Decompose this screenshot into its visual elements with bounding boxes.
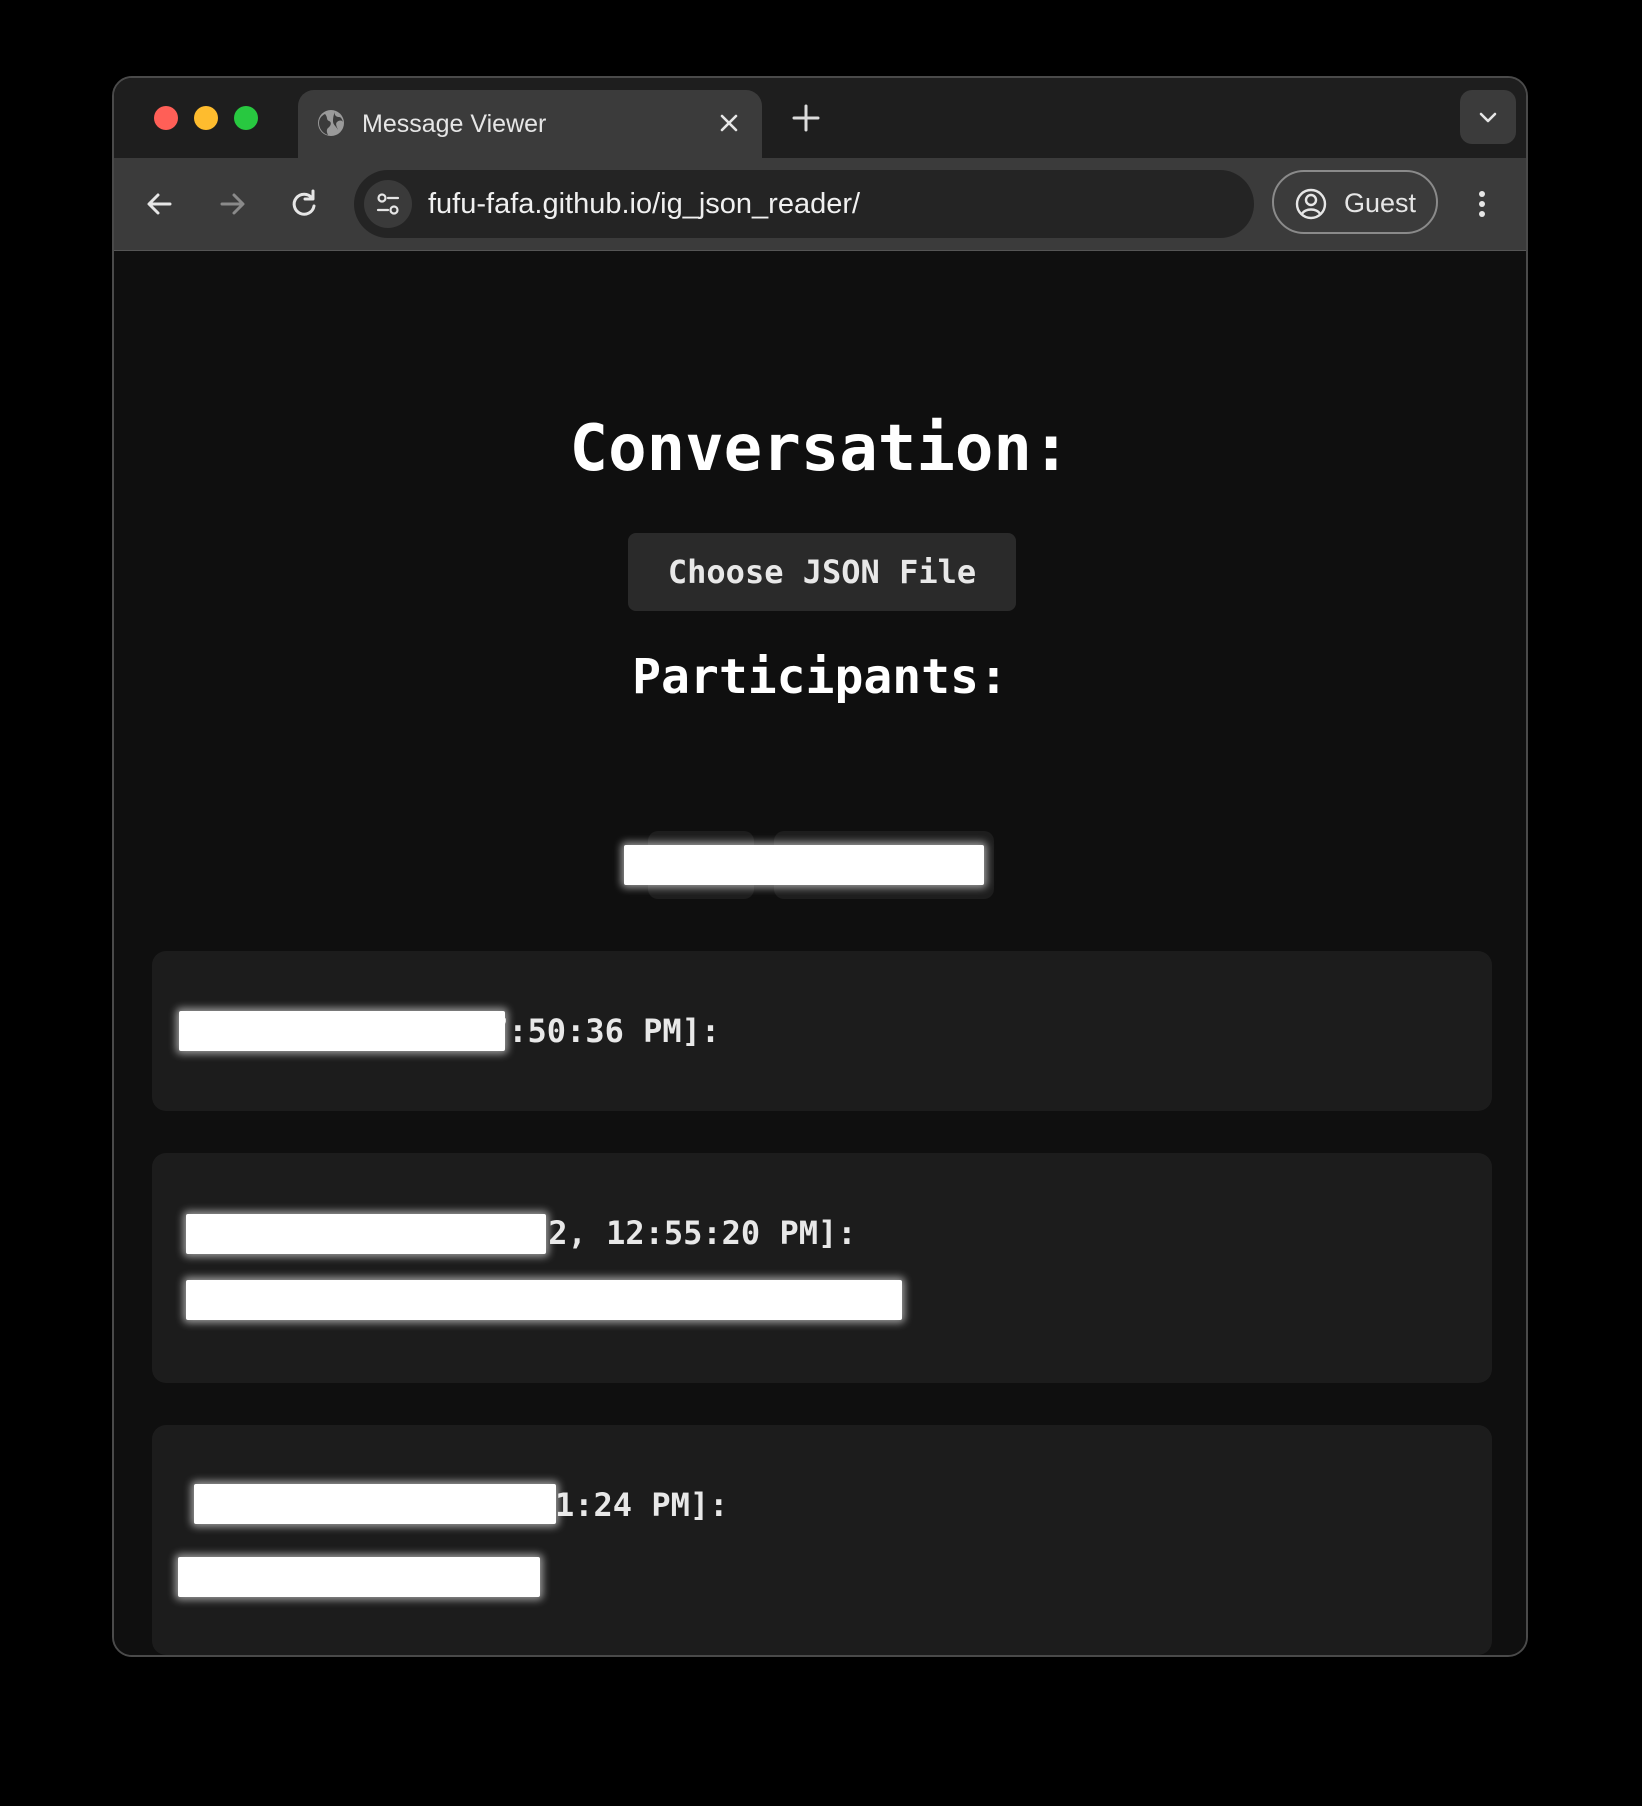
- reload-icon: [292, 189, 316, 216]
- close-tab-icon[interactable]: [714, 108, 744, 138]
- page-content: Conversation: Choose JSON File Participa…: [114, 251, 1526, 1655]
- message-card: 7:50:36 PM]:: [152, 951, 1492, 1111]
- arrow-left-icon: [147, 193, 172, 215]
- message-header: 7:50:36 PM]:: [489, 1012, 721, 1050]
- tab-message-viewer[interactable]: Message Viewer: [298, 90, 762, 158]
- site-settings-button[interactable]: [364, 180, 412, 228]
- browser-toolbar: fufu-fafa.github.io/ig_json_reader/ Gues…: [114, 158, 1526, 251]
- redaction-bar: [179, 1011, 505, 1051]
- arrow-right-icon: [220, 193, 245, 215]
- redaction-bar: [186, 1214, 546, 1254]
- minimize-window-button[interactable]: [194, 106, 218, 130]
- message-header: 22, 12:55:20 PM]:: [529, 1214, 857, 1252]
- page-title: Conversation:: [569, 412, 1071, 486]
- redaction-bar: [194, 1484, 556, 1524]
- account-circle-icon: [1295, 188, 1327, 220]
- globe-icon: [316, 108, 346, 138]
- tune-icon: [376, 193, 400, 215]
- participants-heading: Participants:: [632, 649, 1008, 705]
- tab-strip: Message Viewer: [114, 78, 1526, 158]
- profile-button[interactable]: Guest: [1272, 170, 1438, 234]
- close-window-button[interactable]: [154, 106, 178, 130]
- redaction-bar: [624, 845, 984, 885]
- redaction-bar: [178, 1557, 540, 1597]
- back-button[interactable]: [138, 182, 182, 226]
- message-card: 22, 12:55:20 PM]:: [152, 1153, 1492, 1383]
- reload-button[interactable]: [282, 182, 326, 226]
- browser-window: Message Viewer fufu-fafa.github.io/ig_js…: [112, 76, 1528, 1657]
- tab-search-button[interactable]: [1460, 90, 1516, 144]
- profile-label: Guest: [1344, 188, 1417, 218]
- maximize-window-button[interactable]: [234, 106, 258, 130]
- url-text: fufu-fafa.github.io/ig_json_reader/: [428, 188, 861, 220]
- message-header: 1:24 PM]:: [555, 1486, 729, 1524]
- redaction-bar: [186, 1280, 902, 1320]
- message-card: 1:24 PM]:: [152, 1425, 1492, 1655]
- browser-menu-button[interactable]: [1462, 184, 1502, 224]
- tab-title: Message Viewer: [362, 110, 547, 138]
- address-bar[interactable]: fufu-fafa.github.io/ig_json_reader/: [354, 170, 1254, 238]
- new-tab-button[interactable]: [786, 98, 826, 138]
- more-vertical-icon: [1479, 191, 1485, 217]
- forward-button[interactable]: [210, 182, 254, 226]
- choose-json-file-button[interactable]: Choose JSON File: [628, 533, 1016, 611]
- chevron-down-icon: [1479, 112, 1497, 123]
